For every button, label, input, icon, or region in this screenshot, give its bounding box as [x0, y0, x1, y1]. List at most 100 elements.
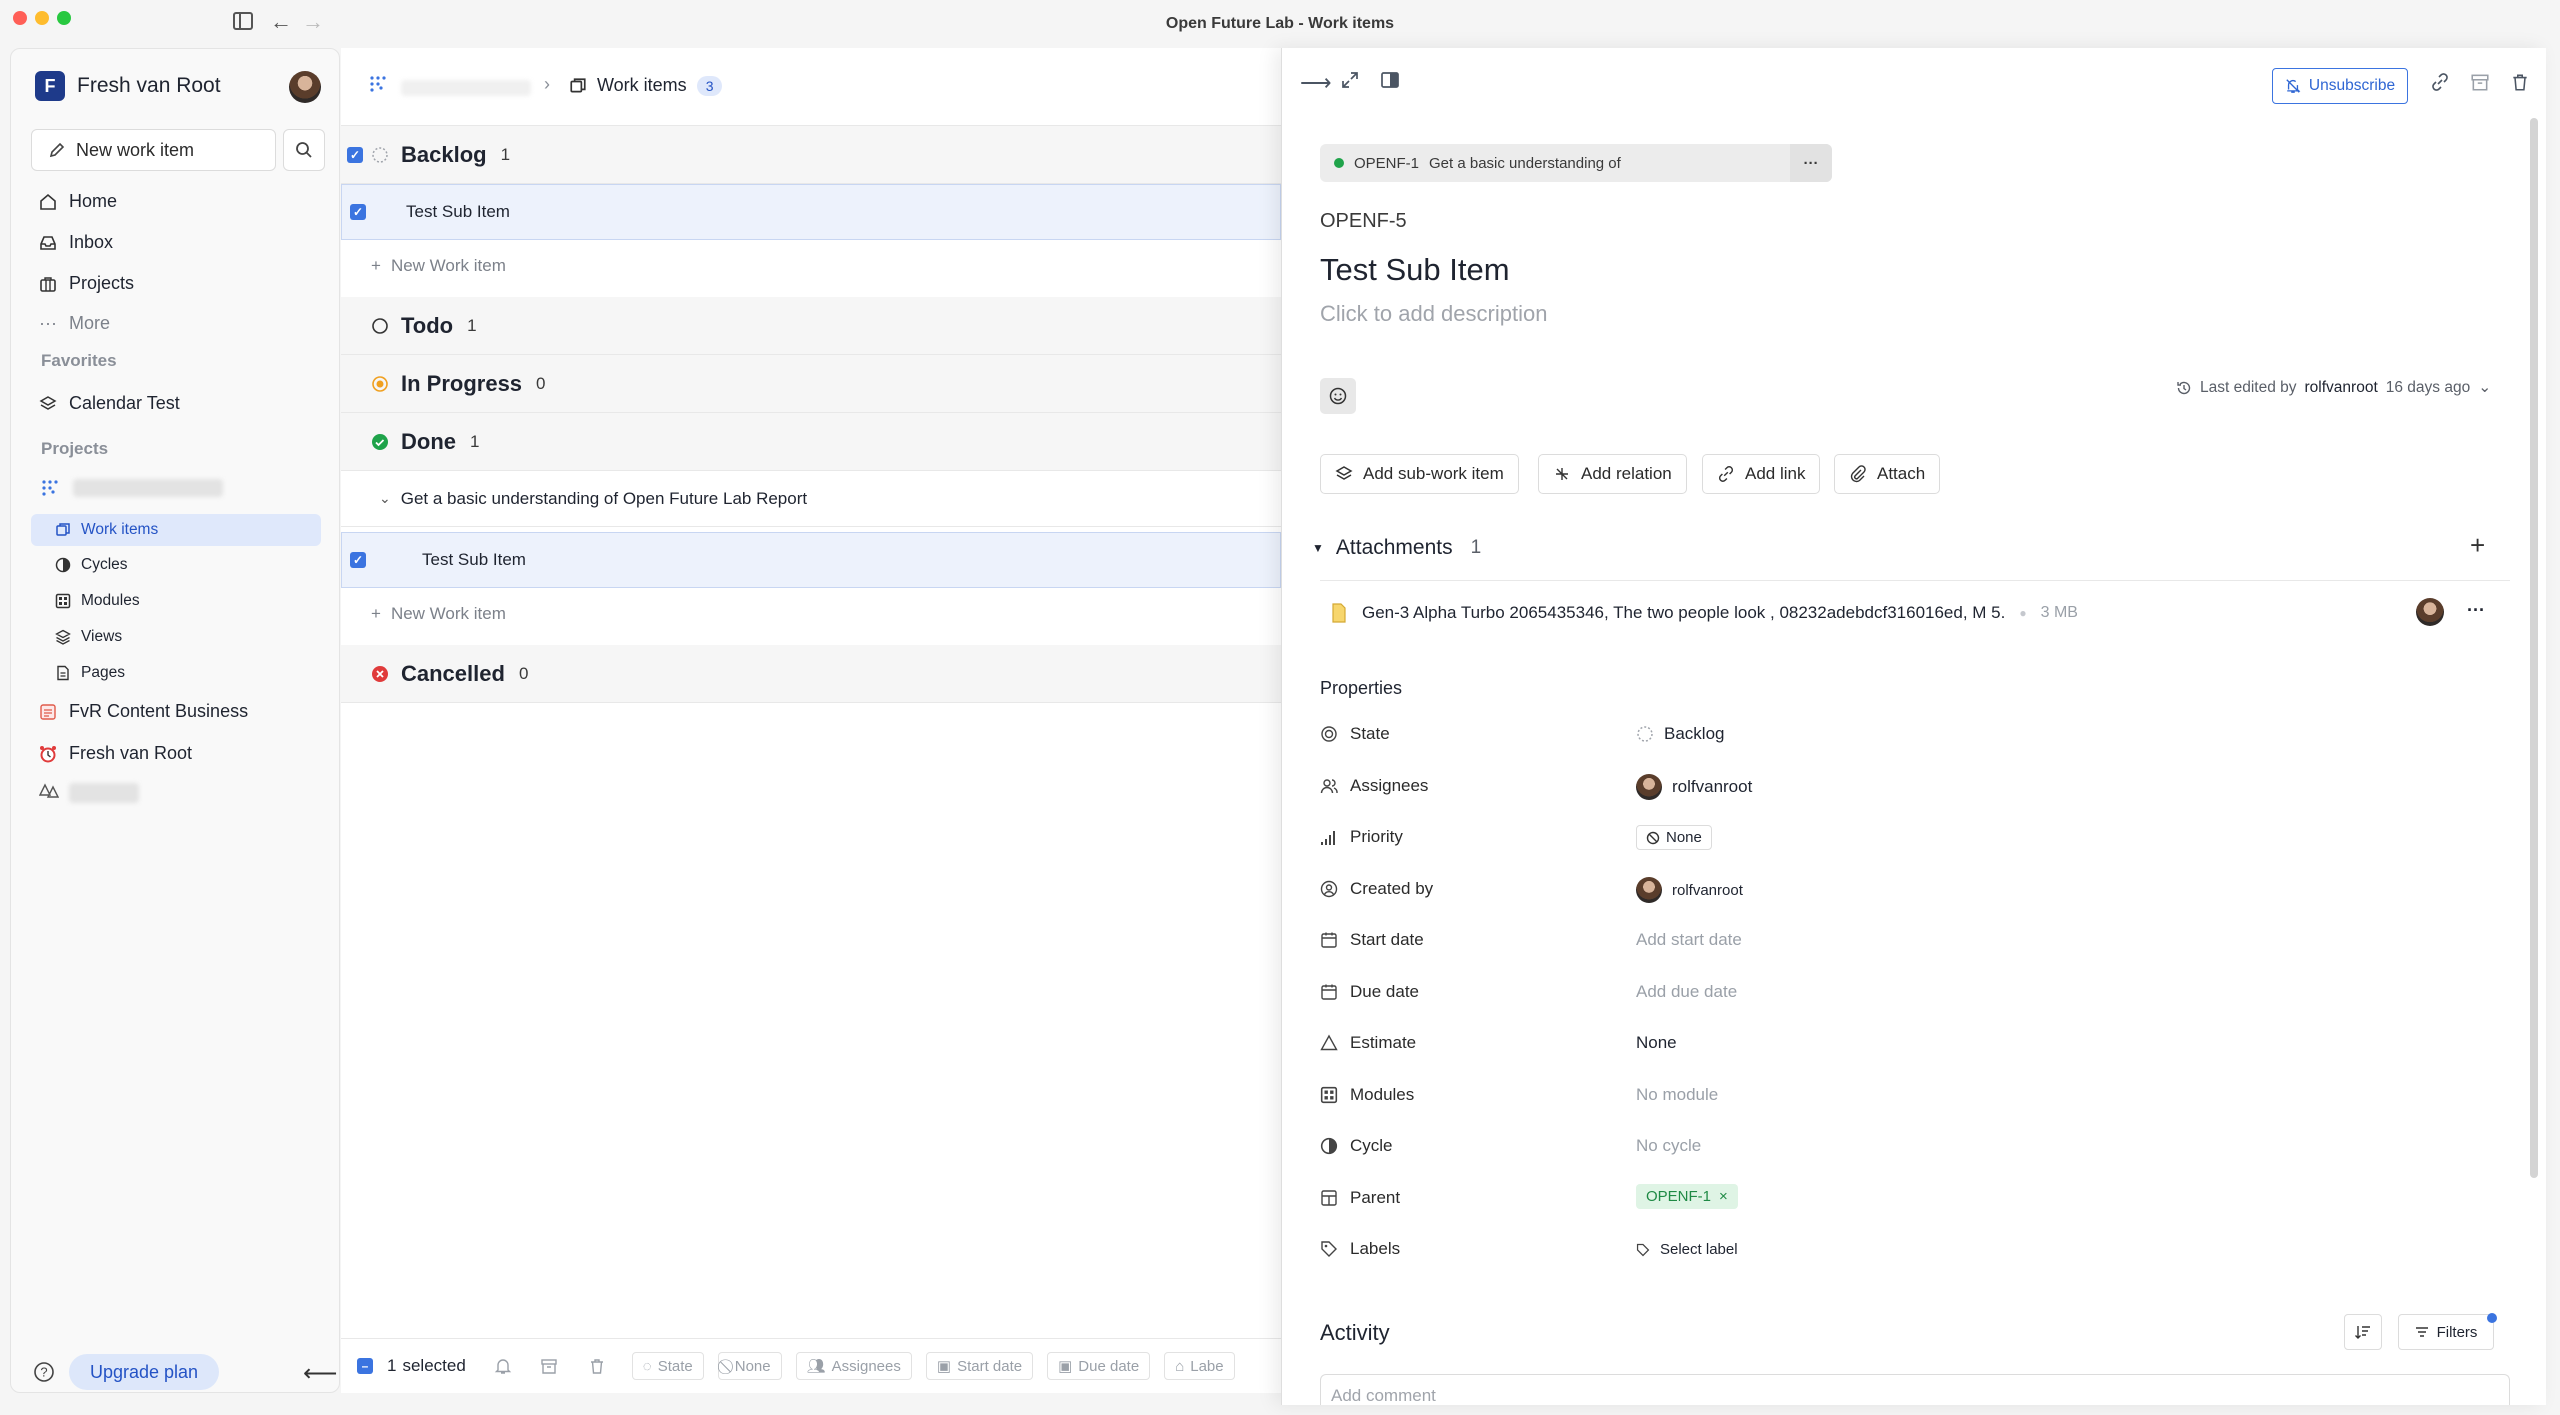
property-label: Estimate	[1350, 1033, 1417, 1052]
property-parent-value[interactable]: OPENF-1 ×	[1636, 1184, 1738, 1209]
bulk-assignees-chip[interactable]: 👥︎ Assignees	[795, 1352, 912, 1380]
sidebar-item-work-items[interactable]: Work items	[31, 514, 321, 546]
comment-input[interactable]: Add comment	[1320, 1374, 2510, 1405]
trash-icon[interactable]	[2510, 72, 2530, 92]
side-peek-icon[interactable]	[1380, 70, 1400, 90]
attachment-more-icon[interactable]: ···	[2467, 600, 2485, 621]
close-peek-arrow-icon[interactable]: ⟶	[1300, 70, 1332, 96]
link-icon[interactable]	[2430, 72, 2450, 92]
sidebar-item-views[interactable]: Views	[55, 628, 122, 646]
sidebar-item-home[interactable]: Home	[39, 191, 117, 212]
group-cancelled[interactable]: Cancelled 0	[341, 645, 1281, 703]
todo-state-icon	[371, 317, 389, 335]
parent-pill-more-icon[interactable]: ···	[1790, 144, 1832, 182]
search-icon	[295, 141, 313, 159]
expand-icon[interactable]	[1340, 70, 1360, 90]
add-reaction-button[interactable]	[1320, 378, 1356, 414]
archive-icon[interactable]	[2470, 72, 2490, 92]
sidebar-item-label: Home	[69, 191, 118, 211]
project-fvr-content-business[interactable]: FvR Content Business	[39, 701, 248, 722]
table-row[interactable]: ⌄ Get a basic understanding of Open Futu…	[341, 471, 1281, 527]
add-attachment-icon[interactable]: +	[2470, 530, 2485, 561]
new-work-item-button[interactable]: New work item	[31, 129, 276, 171]
sidebar-item-pages[interactable]: Pages	[55, 664, 125, 682]
new-work-item-row[interactable]: + New Work item	[371, 256, 506, 276]
add-sub-work-item-button[interactable]: Add sub-work item	[1320, 454, 1519, 494]
calendar-icon: ▣	[1058, 1358, 1073, 1375]
project-open-future-lab[interactable]	[41, 479, 223, 497]
blurred-breadcrumb-project[interactable]	[401, 80, 531, 96]
search-button[interactable]	[283, 129, 325, 171]
chip-label: Due date	[1078, 1357, 1140, 1375]
bulk-priority-chip[interactable]: ⃠None	[717, 1352, 782, 1380]
group-in-progress[interactable]: In Progress 0	[341, 355, 1281, 413]
property-priority-value[interactable]: None	[1636, 825, 1712, 850]
activity-filters-button[interactable]: Filters	[2398, 1314, 2494, 1350]
add-relation-button[interactable]: Add relation	[1538, 454, 1687, 494]
sidebar-item-modules[interactable]: Modules	[55, 592, 140, 610]
description-placeholder[interactable]: Click to add description	[1320, 301, 1547, 327]
table-row[interactable]: ✓ Test Sub Item	[341, 184, 1281, 240]
work-item-title[interactable]: Test Sub Item	[1320, 252, 1510, 288]
window-title: Open Future Lab - Work items	[1165, 15, 1395, 32]
group-todo[interactable]: Todo 1	[341, 297, 1281, 355]
property-modules-value[interactable]: No module	[1636, 1085, 1718, 1105]
property-cycle-value[interactable]: No cycle	[1636, 1136, 1701, 1156]
new-work-item-row[interactable]: + New Work item	[371, 604, 506, 624]
table-row[interactable]: ✓ Test Sub Item	[341, 532, 1281, 588]
attachments-section-toggle[interactable]: ▼ Attachments 1	[1312, 536, 1481, 560]
attach-button[interactable]: Attach	[1834, 454, 1941, 494]
bulk-start-date-chip[interactable]: ▣ Start date	[925, 1352, 1034, 1380]
group-backlog[interactable]: ✓ Backlog 1	[341, 126, 1281, 184]
property-start-date-value[interactable]: Add start date	[1636, 930, 1742, 950]
unsubscribe-button[interactable]: Unsubscribe	[2272, 68, 2408, 104]
bulk-state-chip[interactable]: ◌ State	[631, 1352, 704, 1380]
trash-icon[interactable]	[588, 1357, 606, 1375]
group-done[interactable]: Done 1	[341, 413, 1281, 471]
alarm-clock-emoji-icon	[39, 745, 57, 763]
property-state-value[interactable]: Backlog	[1636, 724, 1724, 744]
bulk-due-date-chip[interactable]: ▣ Due date	[1047, 1352, 1151, 1380]
project-hidden[interactable]	[39, 783, 139, 803]
parent-work-item-pill[interactable]: OPENF-1 Get a basic understanding of ···	[1320, 144, 1832, 182]
project-grid-icon[interactable]	[369, 75, 389, 93]
bulk-select-checkbox[interactable]: –	[357, 1358, 373, 1374]
property-assignees-value[interactable]: rolfvanroot	[1636, 774, 1752, 800]
group-checkbox[interactable]: ✓	[347, 146, 363, 163]
sidebar-item-more[interactable]: ··· More	[39, 313, 110, 334]
add-link-button[interactable]: Add link	[1702, 454, 1821, 494]
panel-scrollbar[interactable]	[2530, 118, 2538, 1178]
remove-parent-icon[interactable]: ×	[1719, 1188, 1728, 1205]
user-avatar[interactable]	[289, 71, 321, 103]
row-checkbox[interactable]: ✓	[350, 552, 366, 568]
property-due-date-value[interactable]: Add due date	[1636, 982, 1737, 1002]
property-labels-value[interactable]: Select label	[1636, 1241, 1738, 1258]
help-icon[interactable]: ?	[33, 1361, 55, 1383]
chevron-down-icon[interactable]: ⌄	[379, 490, 391, 507]
property-label: Assignees	[1350, 776, 1429, 795]
priority-chip: None	[1636, 825, 1712, 850]
bell-icon[interactable]	[494, 1357, 512, 1375]
projects-heading: Projects	[41, 439, 109, 458]
sidebar-item-inbox[interactable]: Inbox	[39, 232, 113, 253]
unsubscribe-label: Unsubscribe	[2308, 77, 2396, 94]
favorite-calendar-test[interactable]: Calendar Test	[39, 393, 180, 414]
collapse-sidebar-icon[interactable]: ⟵	[303, 1359, 337, 1388]
archive-icon[interactable]	[540, 1357, 558, 1375]
layers-icon	[55, 629, 71, 645]
group-count: 0	[518, 663, 529, 683]
property-estimate-value[interactable]: None	[1636, 1033, 1677, 1053]
attachment-row[interactable]: Gen-3 Alpha Turbo 2065435346, The two pe…	[1330, 596, 2520, 630]
workspace-switcher[interactable]: F Fresh van Root	[35, 71, 221, 101]
modules-icon	[1320, 1086, 1338, 1104]
project-fresh-van-root[interactable]: Fresh van Root	[39, 743, 192, 764]
last-edited-info[interactable]: Last edited by rolfvanroot 16 days ago ⌄	[2176, 378, 2491, 397]
sidebar-item-projects[interactable]: Projects	[39, 273, 134, 294]
bulk-labels-chip[interactable]: ⌂ Labe	[1164, 1352, 1235, 1380]
sidebar-item-cycles[interactable]: Cycles	[55, 556, 128, 574]
sort-order-button[interactable]	[2344, 1314, 2382, 1350]
parent-chip[interactable]: OPENF-1 ×	[1636, 1184, 1738, 1209]
breadcrumb[interactable]: Work items 3	[569, 75, 723, 96]
upgrade-plan-button[interactable]: Upgrade plan	[69, 1354, 219, 1390]
row-checkbox[interactable]: ✓	[350, 204, 366, 220]
